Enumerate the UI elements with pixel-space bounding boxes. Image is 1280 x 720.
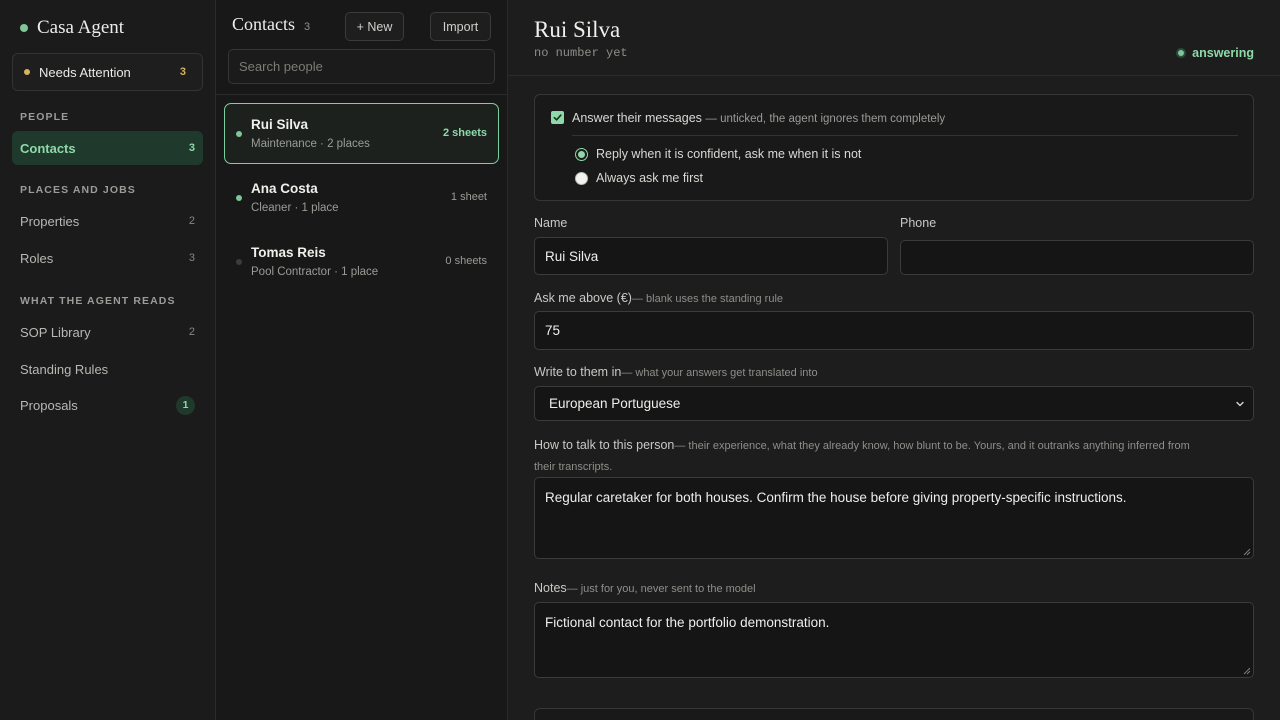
language-select[interactable]: European Portuguese — [534, 386, 1254, 421]
needs-attention-label: Needs Attention — [39, 64, 131, 80]
contact-sheets: 1 sheet — [450, 191, 487, 203]
sidebar-item-label: Contacts — [20, 140, 76, 156]
contacts-list-pane: Contacts 3 + New Import Rui Silva Mainte… — [216, 0, 508, 720]
sidebar-item-proposals[interactable]: Proposals 1 — [12, 388, 203, 422]
always-ask-radio[interactable] — [575, 171, 588, 185]
contacts-header: Contacts 3 — [232, 14, 310, 35]
phone-label: Phone — [900, 216, 937, 230]
brand-name: Casa Agent — [37, 17, 125, 38]
contact-title: Rui Silva — [534, 17, 621, 42]
divider — [572, 135, 1238, 136]
sidebar-item-label: SOP Library — [20, 324, 91, 340]
contacts-count: 3 — [304, 21, 311, 33]
status-text: answering — [1192, 46, 1254, 60]
talk-value: Regular caretaker for both houses. Confi… — [545, 490, 1127, 505]
sidebar-item-properties[interactable]: Properties 2 — [12, 204, 203, 238]
notes-textarea[interactable]: Fictional contact for the portfolio demo… — [534, 602, 1254, 678]
threshold-label-text: Ask me above (€) — [534, 291, 632, 305]
sidebar: Casa Agent Needs Attention 3 People Cont… — [0, 0, 216, 720]
needs-attention-button[interactable]: Needs Attention 3 — [12, 53, 203, 91]
contact-detail-pane: Rui Silva no number yet answering Answer… — [508, 0, 1280, 720]
sidebar-item-label: Proposals — [20, 397, 78, 413]
status-badge: answering — [1176, 46, 1254, 60]
name-field[interactable]: Rui Silva — [534, 237, 888, 275]
section-label-reads: What the Agent Reads — [20, 295, 176, 307]
status-dot-icon — [236, 131, 242, 137]
notes-value: Fictional contact for the portfolio demo… — [545, 615, 830, 630]
reply-confident-radio-row[interactable]: Reply when it is confident, ask me when … — [575, 147, 861, 161]
next-section-card — [534, 708, 1254, 720]
talk-label: How to talk to this person— their experi… — [534, 435, 1194, 477]
status-dot-icon — [1176, 48, 1187, 58]
sidebar-item-count: 3 — [188, 252, 195, 264]
resize-grip-icon[interactable] — [1243, 667, 1251, 675]
brand-dot-icon — [20, 24, 28, 32]
contact-role: Maintenance · 2 places — [251, 138, 370, 150]
notes-label-text: Notes — [534, 581, 567, 595]
name-label: Name — [534, 216, 568, 230]
new-contact-button[interactable]: + New — [345, 12, 404, 41]
import-button[interactable]: Import — [430, 12, 491, 41]
contact-sheets: 0 sheets — [445, 255, 487, 267]
language-label-text: Write to them in — [534, 365, 622, 379]
contact-sheets: 2 sheets — [442, 127, 487, 139]
talk-label-text: How to talk to this person — [534, 438, 675, 452]
contacts-title: Contacts — [232, 14, 295, 34]
answer-messages-note: — unticked, the agent ignores them compl… — [705, 113, 946, 125]
brand: Casa Agent — [20, 17, 124, 39]
contact-name: Tomas Reis — [251, 245, 326, 260]
always-ask-label: Always ask me first — [596, 171, 703, 185]
contact-row-tomas-reis[interactable]: Tomas Reis Pool Contractor · 1 place 0 s… — [224, 231, 499, 292]
sidebar-item-contacts[interactable]: Contacts 3 — [12, 131, 203, 165]
contact-name: Rui Silva — [251, 117, 309, 132]
proposals-count-badge: 1 — [176, 395, 195, 415]
needs-attention-count: 3 — [179, 66, 186, 78]
sidebar-item-standing-rules[interactable]: Standing Rules — [12, 352, 203, 386]
reply-confident-radio[interactable] — [575, 147, 588, 161]
language-selected: European Portuguese — [549, 396, 681, 411]
status-dot-icon — [236, 259, 242, 265]
contact-row-ana-costa[interactable]: Ana Costa Cleaner · 1 place 1 sheet — [224, 167, 499, 228]
notes-label: Notes— just for you, never sent to the m… — [534, 581, 756, 595]
attention-dot-icon — [24, 69, 30, 75]
talk-textarea[interactable]: Regular caretaker for both houses. Confi… — [534, 477, 1254, 559]
answer-settings-card: Answer their messages — unticked, the ag… — [534, 94, 1254, 201]
threshold-hint: — blank uses the standing rule — [631, 293, 784, 305]
sidebar-item-sop-library[interactable]: SOP Library 2 — [12, 315, 203, 349]
resize-grip-icon[interactable] — [1243, 548, 1251, 556]
contact-role: Cleaner · 1 place — [251, 202, 339, 214]
always-ask-radio-row[interactable]: Always ask me first — [575, 171, 703, 185]
detail-header: Rui Silva no number yet answering — [508, 0, 1280, 76]
reply-confident-label: Reply when it is confident, ask me when … — [596, 147, 862, 161]
section-label-places: Places and Jobs — [20, 184, 136, 196]
check-icon — [553, 114, 562, 121]
answer-messages-label: Answer their messages — unticked, the ag… — [572, 111, 945, 125]
contact-role: Pool Contractor · 1 place — [251, 266, 379, 278]
sidebar-item-label: Standing Rules — [20, 361, 109, 377]
threshold-field[interactable]: 75 — [534, 311, 1254, 350]
divider — [216, 94, 508, 95]
contact-row-rui-silva[interactable]: Rui Silva Maintenance · 2 places 2 sheet… — [224, 103, 499, 164]
contact-number: no number yet — [534, 46, 628, 60]
threshold-label: Ask me above (€)— blank uses the standin… — [534, 291, 783, 305]
chevron-down-icon — [1236, 401, 1244, 407]
section-label-people: People — [20, 111, 70, 123]
language-hint: — what your answers get translated into — [621, 367, 818, 379]
language-label: Write to them in— what your answers get … — [534, 365, 818, 379]
sidebar-item-label: Roles — [20, 250, 54, 266]
search-input[interactable] — [228, 49, 495, 84]
sidebar-item-label: Properties — [20, 213, 80, 229]
sidebar-item-count: 2 — [188, 215, 195, 227]
phone-field[interactable] — [900, 240, 1254, 275]
sidebar-item-roles[interactable]: Roles 3 — [12, 241, 203, 275]
answer-messages-text: Answer their messages — [572, 111, 702, 125]
status-dot-icon — [236, 195, 242, 201]
contact-name: Ana Costa — [251, 181, 318, 196]
answer-messages-checkbox[interactable] — [551, 111, 564, 124]
notes-hint: — just for you, never sent to the model — [566, 583, 756, 595]
sidebar-item-count: 3 — [188, 142, 195, 154]
sidebar-item-count: 2 — [188, 326, 195, 338]
